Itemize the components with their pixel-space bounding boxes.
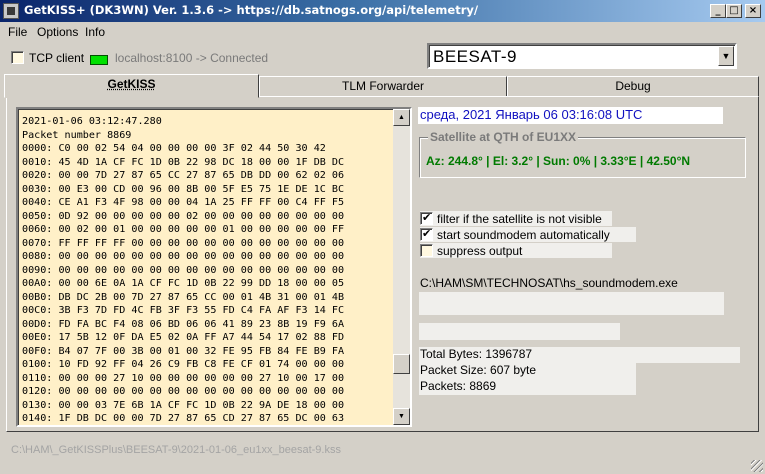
option-start-soundmodem[interactable]: start soundmodem automatically [420, 227, 636, 242]
hexdump-line: 00A0: 00 00 6E 0A 1A CF FC 1D 0B 22 99 D… [22, 278, 345, 289]
satellite-select-value: BEESAT-9 [433, 47, 517, 66]
menu-info[interactable]: Info [85, 25, 105, 39]
title-bar: GetKISS+ (DK3WN) Ver. 1.3.6 -> https://d… [0, 0, 765, 22]
hexdump-line: 00F0: B4 07 7F 00 3B 00 01 00 32 FE 95 F… [22, 345, 345, 357]
total-bytes: Total Bytes: 1396787 [419, 347, 740, 363]
suppress-output-checkbox[interactable] [420, 244, 433, 257]
hexdump-line: 0130: 00 00 03 7E 6B 1A CF FC 1D 0B 22 9… [22, 399, 345, 411]
satellite-select[interactable]: BEESAT-9 ▼ [427, 43, 737, 69]
scroll-down-icon[interactable]: ▼ [393, 408, 410, 425]
qth-group-title: Satellite at QTH of EU1XX [428, 130, 579, 144]
utc-datetime-display: среда, 2021 Январь 06 03:16:08 UTC [418, 107, 723, 124]
hexdump-line: 00C0: 3B F3 7D FD 4C FB 3F F3 55 FD C4 F… [22, 305, 345, 316]
option-filter-not-visible[interactable]: filter if the satellite is not visible [420, 211, 612, 226]
chevron-down-icon[interactable]: ▼ [718, 46, 734, 66]
hexdump-line: 0090: 00 00 00 00 00 00 00 00 00 00 00 0… [22, 264, 345, 276]
hexdump-line: 0150: 02 06 00 E3 00 CD 00 96 00 8B 00 5… [22, 426, 344, 428]
info-field-blank-1 [419, 292, 724, 315]
hexdump-line: 00D0: FD FA BC F4 08 06 BD 06 06 41 89 2… [22, 318, 345, 330]
tab-tlm-forwarder[interactable]: TLM Forwarder [259, 76, 507, 97]
hexdump-textarea[interactable]: 2021-01-06 03:12:47.280 Packet number 886… [16, 107, 412, 427]
hexdump-line: 00B0: DB DC 2B 00 7D 27 87 65 CC 00 01 4… [22, 291, 345, 303]
connection-status-led [90, 55, 108, 65]
satellite-position-values: Az: 244.8° | El: 3.2° | Sun: 0% | 3.33°E… [426, 154, 691, 168]
filter-not-visible-checkbox[interactable] [420, 211, 433, 225]
menu-bar: File Options Info [0, 22, 765, 41]
option-suppress-output[interactable]: suppress output [420, 243, 612, 258]
close-button[interactable]: × [745, 4, 761, 18]
maximize-button[interactable]: □ [726, 4, 742, 18]
hexdump-line: 0040: CE A1 F3 4F 98 00 00 04 1A 25 FF F… [22, 197, 345, 208]
hexdump-line: 0140: 1F DB DC 00 00 7D 27 87 65 CD 27 8… [22, 413, 345, 424]
tcp-client-label: TCP client [29, 51, 85, 65]
hexdump-line: 0060: 00 02 00 01 00 00 00 00 00 01 00 0… [22, 224, 345, 235]
hexdump-line: 0120: 00 00 00 00 00 00 00 00 00 00 00 0… [22, 386, 345, 397]
window-title: GetKISS+ (DK3WN) Ver. 1.3.6 -> https://d… [24, 3, 479, 17]
tcp-client-checkbox[interactable] [11, 51, 24, 64]
minimize-button[interactable]: _ [710, 4, 726, 18]
info-field-blank-2 [419, 323, 620, 340]
tab-debug[interactable]: Debug [507, 76, 759, 97]
hexdump-line: 0070: FF FF FF FF 00 00 00 00 00 00 00 0… [22, 237, 345, 249]
hexdump-line: 2021-01-06 03:12:47.280 [22, 116, 162, 127]
hexdump-line: 0000: C0 00 02 54 04 00 00 00 00 3F 02 4… [22, 143, 326, 154]
hexdump-line: Packet number 8869 [22, 129, 132, 141]
suppress-output-label: suppress output [437, 244, 523, 258]
status-file-path: C:\HAM\_GetKISSPlus\BEESAT-9\2021-01-06_… [11, 444, 341, 456]
menu-file[interactable]: File [8, 25, 27, 39]
hexdump-line: 00E0: 17 5B 12 0F DA E5 02 0A FF A7 44 5… [22, 332, 345, 343]
hexdump-line: 0010: 45 4D 1A CF FC 1D 0B 22 98 DC 18 0… [22, 156, 345, 168]
scroll-up-icon[interactable]: ▲ [393, 109, 410, 126]
menu-options[interactable]: Options [37, 25, 78, 39]
hexdump-line: 0110: 00 00 00 27 10 00 00 00 00 00 00 2… [22, 372, 345, 384]
app-icon[interactable] [3, 3, 19, 19]
hexdump-line: 0020: 00 00 7D 27 87 65 CC 27 87 65 DB D… [22, 170, 345, 181]
tcp-client-row[interactable]: TCP client [11, 51, 84, 65]
tab-getkiss[interactable]: GetKISS [4, 74, 259, 98]
packets-count: Packets: 8869 [419, 379, 636, 395]
scrollbar-thumb[interactable] [393, 354, 410, 374]
hexdump-line: 0030: 00 E3 00 CD 00 96 00 8B 00 5F E5 7… [22, 183, 345, 195]
start-soundmodem-checkbox[interactable] [420, 227, 433, 241]
hexdump-scrollbar[interactable]: ▲ ▼ [393, 109, 410, 425]
filter-not-visible-label: filter if the satellite is not visible [437, 212, 602, 226]
soundmodem-path: C:\HAM\SM\TECHNOSAT\hs_soundmodem.exe [420, 276, 678, 290]
hexdump-line: 0080: 00 00 00 00 00 00 00 00 00 00 00 0… [22, 251, 345, 262]
hexdump-content: 2021-01-06 03:12:47.280 Packet number 886… [22, 115, 345, 428]
connection-status-text: localhost:8100 -> Connected [115, 51, 269, 65]
hexdump-line: 0100: 10 FD 92 FF 04 26 C9 FB C8 FE CF 0… [22, 359, 345, 370]
qth-groupbox: Satellite at QTH of EU1XX Az: 244.8° | E… [419, 130, 746, 178]
packet-size: Packet Size: 607 byte [419, 363, 636, 379]
start-soundmodem-label: start soundmodem automatically [437, 228, 610, 242]
tab-strip: GetKISS TLM Forwarder Debug [4, 74, 759, 98]
resize-grip-icon[interactable] [751, 460, 763, 472]
hexdump-line: 0050: 0D 92 00 00 00 00 00 02 00 00 00 0… [22, 210, 345, 222]
